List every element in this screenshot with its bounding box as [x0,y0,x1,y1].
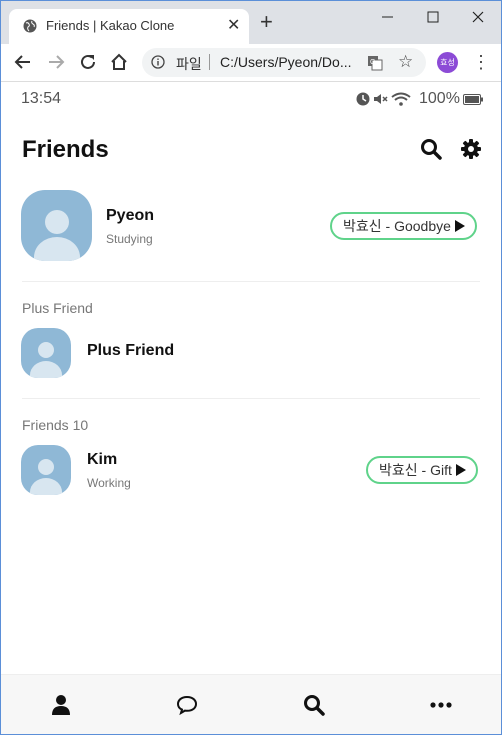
status-time: 13:54 [21,90,62,107]
search-icon[interactable] [420,138,442,160]
status-bar: 13:54 100% [1,83,501,115]
friend-music-label: 박효신 - Gift [379,462,452,478]
tab-close-icon[interactable]: ✕ [227,16,240,36]
home-icon[interactable] [109,52,129,72]
plus-friend-section-label: Plus Friend [22,300,93,316]
wifi-icon [391,92,411,106]
window-close-icon[interactable] [468,7,488,27]
friend-avatar[interactable] [21,445,71,495]
globe-icon [23,19,37,33]
my-name: Pyeon [106,207,155,224]
scheme-label: 파일 [176,56,202,72]
url-text[interactable]: C:/Users/Pyeon/Do... [220,54,360,70]
gear-icon[interactable] [460,138,482,160]
minimize-icon[interactable] [378,7,398,27]
my-music-button[interactable]: 박효신 - Goodbye [330,212,477,240]
friend-music-button[interactable]: 박효신 - Gift [366,456,478,484]
address-toolbar: 파일 C:/Users/Pyeon/Do... G ☆ 효성 ⋮ [1,44,501,82]
plus-friend-name[interactable]: Plus Friend [87,342,174,360]
profile-avatar[interactable]: 효성 [437,52,458,73]
title-bar: Friends | Kakao Clone ✕ + [1,1,501,44]
play-icon [455,464,466,476]
search-icon[interactable] [302,693,326,717]
star-icon[interactable]: ☆ [398,52,413,72]
clock-icon [356,92,370,106]
browser-window: Friends | Kakao Clone ✕ + 파일 C:/Users/Py… [0,0,502,735]
browser-tab[interactable]: Friends | Kakao Clone ✕ [9,9,249,44]
friends-section-label: Friends 10 [22,417,89,433]
battery-icon [463,94,483,105]
my-avatar[interactable] [21,190,92,261]
battery-percent: 100% [419,90,460,107]
tab-title: Friends | Kakao Clone [46,18,175,33]
divider [22,281,480,282]
address-bar[interactable]: 파일 C:/Users/Pyeon/Do... G ☆ [142,48,426,77]
my-status-message: Studying [106,232,153,246]
info-icon[interactable] [151,55,165,69]
chat-bubble-icon[interactable] [175,693,199,717]
more-icon[interactable] [429,693,453,717]
mute-icon [374,94,388,104]
status-icons [356,92,411,106]
svg-text:G: G [370,59,375,66]
back-icon[interactable] [13,52,33,72]
maximize-icon[interactable] [423,7,443,27]
friend-name[interactable]: Kim [87,451,117,469]
omni-separator [209,54,210,70]
divider [22,398,480,399]
forward-icon[interactable] [46,52,66,72]
plus-friend-avatar[interactable] [21,328,71,378]
more-vert-icon[interactable]: ⋮ [472,52,490,72]
new-tab-button[interactable]: + [260,11,273,33]
person-icon[interactable] [49,693,73,717]
play-icon [454,220,465,232]
my-music-label: 박효신 - Goodbye [343,218,451,234]
translate-icon[interactable]: G [367,55,383,71]
reload-icon[interactable] [78,52,98,72]
friend-status-message: Working [87,476,131,490]
bottom-tab-bar [1,674,501,734]
page-title: Friends [22,136,109,163]
